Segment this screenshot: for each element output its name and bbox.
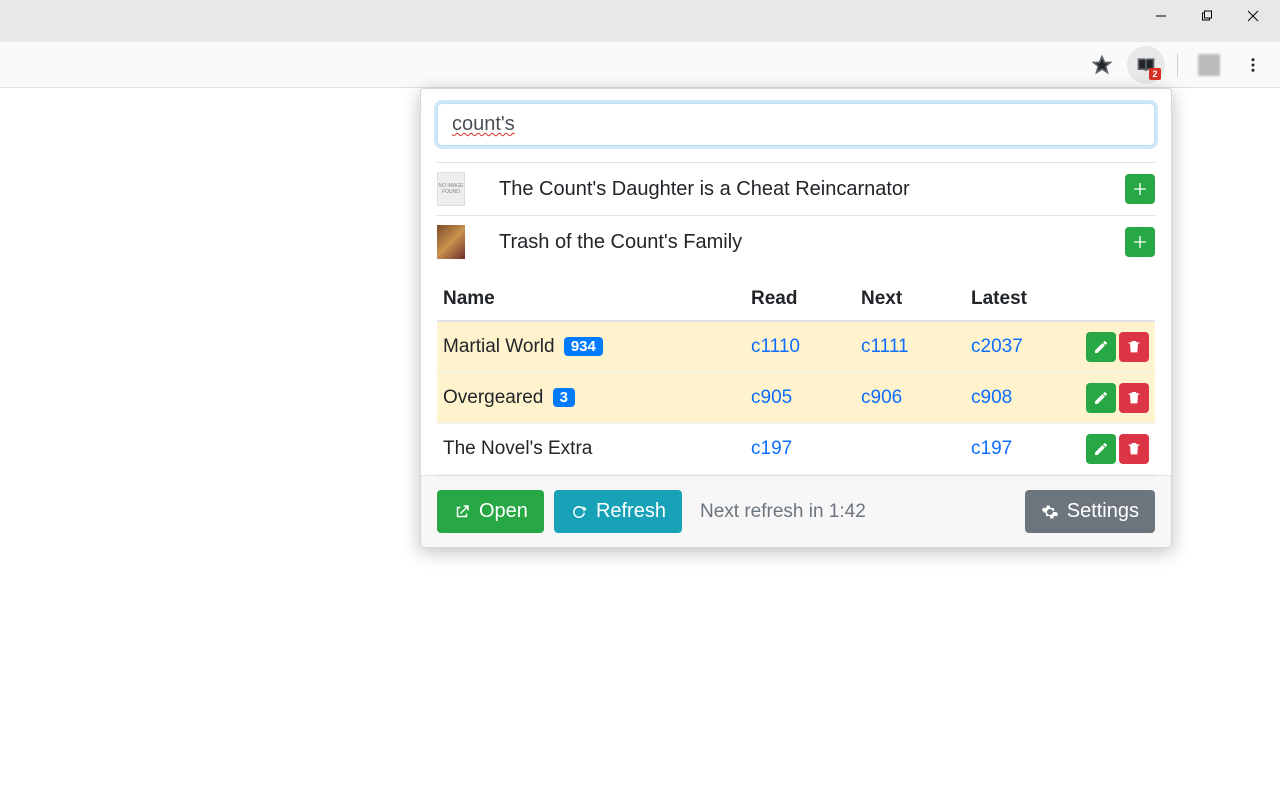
novel-name[interactable]: Overgeared — [443, 387, 543, 408]
col-name: Name — [437, 278, 745, 321]
search-input[interactable]: count's — [437, 103, 1155, 146]
name-cell: Overgeared 3 — [437, 373, 745, 424]
edit-button[interactable] — [1086, 383, 1116, 413]
extension-badge: 2 — [1149, 68, 1161, 80]
next-refresh-text: Next refresh in 1:42 — [700, 501, 866, 523]
unread-badge: 934 — [564, 337, 603, 356]
delete-button[interactable] — [1119, 434, 1149, 464]
next-link[interactable]: c1111 — [861, 336, 909, 357]
edit-button[interactable] — [1086, 434, 1116, 464]
table-row: Overgeared 3 c905 c906 c908 — [437, 373, 1155, 424]
search-results: NO IMAGE FOUND The Count's Daughter is a… — [437, 162, 1155, 268]
refresh-label: Refresh — [596, 500, 666, 523]
bookmark-star-icon[interactable] — [1083, 46, 1121, 84]
window-titlebar — [0, 0, 1280, 42]
result-thumb-placeholder: NO IMAGE FOUND — [437, 172, 465, 206]
col-next: Next — [855, 278, 965, 321]
browser-menu-button[interactable] — [1234, 46, 1272, 84]
toolbar-separator — [1177, 53, 1178, 77]
latest-link[interactable]: c908 — [971, 387, 1012, 408]
result-thumb-cover — [437, 225, 465, 259]
extension-icon[interactable]: 2 — [1127, 46, 1165, 84]
avatar — [1198, 54, 1220, 76]
window-close-button[interactable] — [1230, 0, 1276, 32]
read-link[interactable]: c1110 — [751, 336, 800, 357]
extension-popup: count's NO IMAGE FOUND The Count's Daugh… — [420, 88, 1172, 548]
refresh-button[interactable]: Refresh — [554, 490, 682, 533]
col-latest: Latest — [965, 278, 1075, 321]
window-minimize-button[interactable] — [1138, 0, 1184, 32]
result-title[interactable]: Trash of the Count's Family — [479, 231, 1111, 254]
search-result-row: NO IMAGE FOUND The Count's Daughter is a… — [437, 163, 1155, 216]
browser-toolbar: 2 — [0, 42, 1280, 88]
table-row: Martial World 934 c1110 c1111 c2037 — [437, 321, 1155, 373]
name-cell: Martial World 934 — [437, 321, 745, 373]
delete-button[interactable] — [1119, 332, 1149, 362]
result-title[interactable]: The Count's Daughter is a Cheat Reincarn… — [479, 178, 1111, 201]
search-result-row: Trash of the Count's Family — [437, 216, 1155, 268]
novel-name[interactable]: Martial World — [443, 336, 555, 357]
profile-avatar[interactable] — [1190, 46, 1228, 84]
next-link[interactable]: c906 — [861, 387, 902, 408]
read-link[interactable]: c905 — [751, 387, 792, 408]
add-button[interactable] — [1125, 174, 1155, 204]
add-button[interactable] — [1125, 227, 1155, 257]
open-label: Open — [479, 500, 528, 523]
novel-name[interactable]: The Novel's Extra — [443, 438, 592, 459]
name-cell: The Novel's Extra — [437, 424, 745, 475]
latest-link[interactable]: c197 — [971, 438, 1012, 459]
settings-button[interactable]: Settings — [1025, 490, 1155, 533]
window-maximize-button[interactable] — [1184, 0, 1230, 32]
edit-button[interactable] — [1086, 332, 1116, 362]
col-actions — [1075, 278, 1155, 321]
unread-badge: 3 — [553, 388, 575, 407]
search-value: count's — [452, 113, 515, 135]
delete-button[interactable] — [1119, 383, 1149, 413]
col-read: Read — [745, 278, 855, 321]
popup-footer: Open Refresh Next refresh in 1:42 Settin… — [421, 475, 1171, 547]
latest-link[interactable]: c2037 — [971, 336, 1023, 357]
tracked-table: Name Read Next Latest Martial World 934 c… — [437, 278, 1155, 475]
read-link[interactable]: c197 — [751, 438, 792, 459]
search-field-wrap: count's — [437, 103, 1155, 146]
open-button[interactable]: Open — [437, 490, 544, 533]
table-row: The Novel's Extra c197 c197 — [437, 424, 1155, 475]
settings-label: Settings — [1067, 500, 1139, 523]
